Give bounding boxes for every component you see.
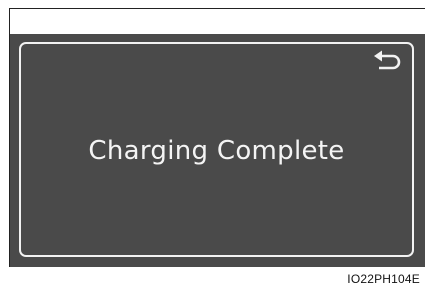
message-panel: Charging Complete <box>19 42 414 257</box>
figure-code: IO22PH104E <box>347 272 420 286</box>
back-button[interactable] <box>371 50 403 72</box>
display-screen: Charging Complete <box>10 34 425 267</box>
return-arrow-icon <box>374 50 401 70</box>
charging-status-message: Charging Complete <box>88 136 345 166</box>
